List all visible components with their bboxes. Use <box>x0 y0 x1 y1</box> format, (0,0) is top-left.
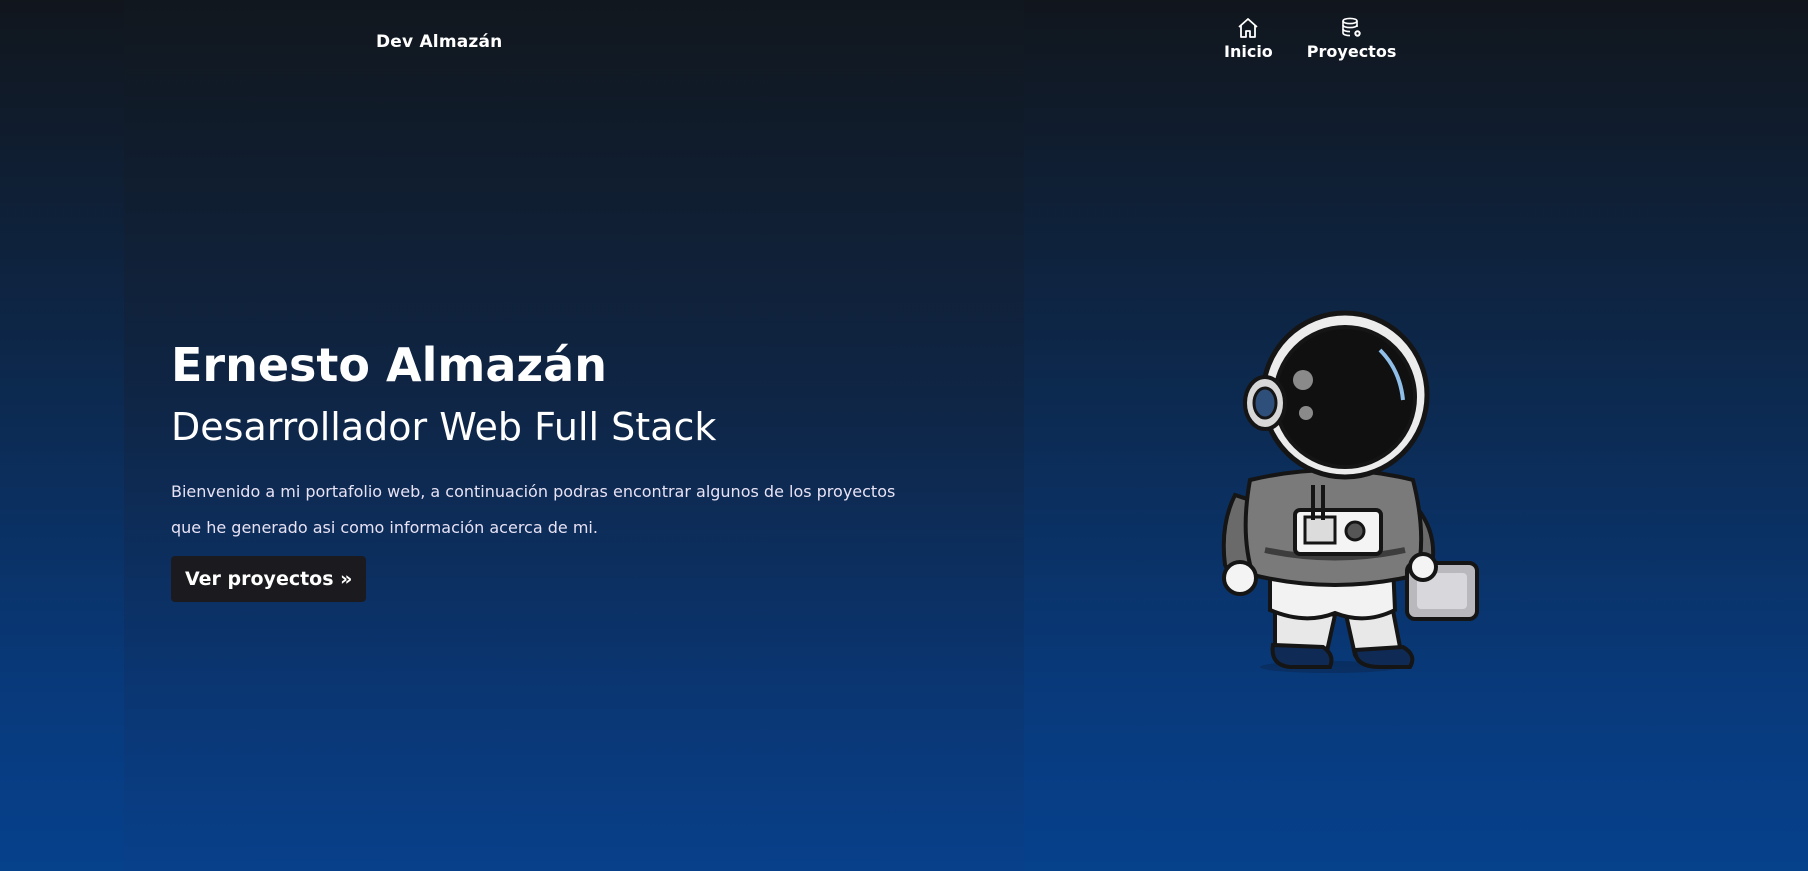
database-gear-icon <box>1340 16 1364 40</box>
hero-description: Bienvenido a mi portafolio web, a contin… <box>171 482 896 538</box>
main-nav: Inicio Proyectos <box>1224 16 1396 61</box>
view-projects-button[interactable]: Ver proyectos » <box>171 556 367 603</box>
nav-item-inicio[interactable]: Inicio <box>1224 16 1273 61</box>
brand-logo[interactable]: Dev Almazán <box>376 32 502 52</box>
nav-item-proyectos[interactable]: Proyectos <box>1306 16 1397 61</box>
hero-role: Desarrollador Web Full Stack <box>171 404 717 449</box>
astronaut-illustration <box>1195 295 1495 685</box>
nav-label-inicio: Inicio <box>1224 42 1273 61</box>
hero-name: Ernesto Almazán <box>171 338 607 392</box>
nav-label-proyectos: Proyectos <box>1306 42 1397 61</box>
home-icon <box>1236 16 1260 40</box>
hero-section: Ernesto Almazán Desarrollador Web Full S… <box>171 338 931 603</box>
